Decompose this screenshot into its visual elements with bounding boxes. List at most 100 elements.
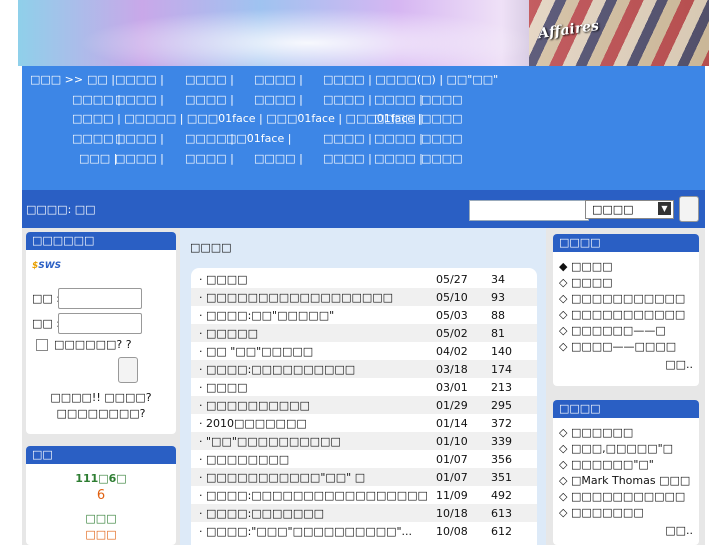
search-button[interactable]	[679, 196, 699, 222]
item-views: 612	[491, 525, 512, 538]
nav-link[interactable]: □□□□ |	[374, 152, 423, 165]
remember-me-checkbox[interactable]	[36, 339, 48, 351]
item-title[interactable]: · □□□□	[199, 273, 248, 286]
right-sidebar: □□□□ ◆ □□□□ ◇ □□□□ ◇ □□□□□□□□□□□ ◇ □□□□□…	[546, 228, 705, 545]
item-title[interactable]: · □□ "□□"□□□□□	[199, 345, 313, 358]
forgot-password-link[interactable]: □□□□□□□□?	[26, 407, 176, 420]
stat-line-1: 111□6□	[75, 472, 127, 485]
register-link[interactable]: □□□□!! □□□□?	[26, 391, 176, 404]
right-panel-2: □□□□ ◇ □□□□□□ ◇ □□□,□□□□□"□ ◇ □□□□□□"□" …	[553, 400, 699, 545]
article-list: · □□□□ 05/27 34 · □□□□□□□□□□□□□□□□□□ 05/10 9…	[191, 268, 537, 548]
list-item[interactable]: ◇ □□□□□□□□□□□	[559, 490, 685, 503]
nav-link[interactable]: □□□ |	[79, 152, 117, 165]
nav-link[interactable]: □□□□ |	[115, 93, 164, 106]
list-item[interactable]: · □□□□:"□□□"□□□□□□□□□□"... 10/08 612	[191, 522, 537, 540]
list-item[interactable]: ◇ □□□□□□□□□□□	[559, 292, 685, 305]
nav-link[interactable]: □□□□ |	[115, 73, 164, 86]
nav-home-link[interactable]: □□□ >>	[30, 73, 83, 86]
item-title[interactable]: · □□□□□□□□□□□□□□□□□□	[199, 291, 393, 304]
item-title[interactable]: · "□□"□□□□□□□□□□	[199, 435, 341, 448]
item-title[interactable]: · □□□□:"□□□"□□□□□□□□□□"...	[199, 525, 412, 538]
list-item[interactable]: ◇ □□□□□□	[559, 426, 633, 439]
item-date: 05/10	[436, 291, 468, 304]
nav-link[interactable]: □□□□ |	[254, 93, 303, 106]
list-item[interactable]: ◇ □□□□	[559, 276, 613, 289]
main-content: □□□□ · □□□□ 05/27 34 · □□□□□□□□□□□□□□□□□□ 0…	[180, 228, 546, 548]
nav-link[interactable]: □□□□	[421, 112, 463, 125]
item-title[interactable]: · □□□□□□□□□□	[199, 399, 310, 412]
list-item[interactable]: ◇ □□□□□□□	[559, 506, 644, 519]
nav-link[interactable]: □□□□	[421, 93, 463, 106]
password-field[interactable]	[58, 313, 142, 334]
item-title[interactable]: · □□□□	[199, 381, 248, 394]
list-item[interactable]: ◇ □□□□□□□□□□□	[559, 308, 685, 321]
list-item[interactable]: · □□□□ 05/27 34	[191, 270, 537, 288]
nav-link[interactable]: □□□□ |	[185, 93, 234, 106]
list-item[interactable]: · □□□□□□□□□□ 01/29 295	[191, 396, 537, 414]
item-title[interactable]: · □□□□□□□□□□□"□□" □	[199, 471, 365, 484]
list-item[interactable]: · 2010□□□□□□□ 01/14 372	[191, 414, 537, 432]
list-item[interactable]: ◇ □Mark Thomas □□□	[559, 474, 690, 487]
more-link[interactable]: □□..	[665, 524, 693, 537]
list-item[interactable]: · □□□□ 03/01 213	[191, 378, 537, 396]
nav-link[interactable]: □□□□	[421, 132, 463, 145]
list-item[interactable]: ◇ □□□□——□□□□	[559, 340, 676, 353]
right-panel-2-title: □□□□	[559, 402, 601, 415]
item-date: 10/08	[436, 525, 468, 538]
nav-link[interactable]: □□□□ |	[115, 152, 164, 165]
item-title[interactable]: · □□□□:□□□□□□□□□□	[199, 363, 355, 376]
list-item[interactable]: · □□□□□ 05/02 81	[191, 324, 537, 342]
nav-link[interactable]: □□□□ |	[115, 132, 164, 145]
nav-link[interactable]: □□□□ |	[374, 93, 423, 106]
nav-link[interactable]: □□□□ | □□□□□ | □□□01face | □□□01face | □…	[72, 112, 421, 125]
more-link[interactable]: □□..	[665, 358, 693, 371]
list-item[interactable]: ◇ □□□□□□"□"	[559, 458, 654, 471]
nav-link[interactable]: □□□□ |	[374, 112, 423, 125]
item-views: 93	[491, 291, 505, 304]
item-title[interactable]: · □□□□:□□□□□□□□□□□□□□□□□	[199, 489, 428, 502]
nav-link[interactable]: □□□□ |	[254, 152, 303, 165]
item-title[interactable]: · □□□□:□□"□□□□□"	[199, 309, 334, 322]
nav-link[interactable]: □□□□ |	[374, 132, 423, 145]
item-date: 11/09	[436, 489, 468, 502]
list-item[interactable]: · □□□□:□□□□□□□□□□ 03/18 174	[191, 360, 537, 378]
list-item[interactable]: ◆ □□□□	[559, 260, 613, 273]
item-date: 01/07	[436, 453, 468, 466]
nav-link[interactable]: □□□□ |	[72, 132, 121, 145]
nav-link[interactable]: □□01face |	[226, 132, 291, 145]
item-title[interactable]: · □□□□□□□□	[199, 453, 289, 466]
item-title[interactable]: · □□□□□	[199, 327, 258, 340]
nav-link[interactable]: □□ |	[87, 73, 115, 86]
item-title[interactable]: · 2010□□□□□□□	[199, 417, 307, 430]
list-item[interactable]: · □□□□:□□□□□□□□□□□□□□□□□ 11/09 492	[191, 486, 537, 504]
list-item[interactable]: ◇ □□□□□□——□	[559, 324, 666, 337]
nav-link[interactable]: □□□□ | □□□□(□) | □□"□□"	[323, 73, 498, 86]
username-field[interactable]	[58, 288, 142, 309]
list-item[interactable]: · "□□"□□□□□□□□□□ 01/10 339	[191, 432, 537, 450]
right-panel-1-title: □□□□	[559, 236, 601, 249]
list-item[interactable]: ◇ □□□,□□□□□"□	[559, 442, 673, 455]
nav-link[interactable]: □□□□ |	[323, 93, 372, 106]
list-item[interactable]: · □□□□□□□□□□□"□□" □ 01/07 351	[191, 468, 537, 486]
list-item[interactable]: · □□□□:□□"□□□□□" 05/03 88	[191, 306, 537, 324]
nav-link[interactable]: □□□□ |	[323, 152, 372, 165]
login-panel: □□□□□□ $SWS □□ : □□ : □□□□□□? ? □□□□!! □…	[26, 232, 176, 434]
item-title[interactable]: · □□□□:□□□□□□□	[199, 507, 324, 520]
nav-link[interactable]: □□□□ |	[185, 73, 234, 86]
nav-link[interactable]: □□□□ |	[323, 132, 372, 145]
nav-link[interactable]: □□□□ |	[185, 152, 234, 165]
list-item[interactable]: · □□□□□□□□□□□□□□□□□□ 05/10 93	[191, 288, 537, 306]
list-item[interactable]: · □□ "□□"□□□□□ 04/02 140	[191, 342, 537, 360]
nav-link[interactable]: □□□□	[421, 152, 463, 165]
login-panel-title: □□□□□□	[32, 234, 95, 247]
nav-link[interactable]: □□□□ |	[254, 73, 303, 86]
search-input[interactable]	[469, 200, 589, 221]
chevron-down-icon[interactable]: ▼	[658, 202, 671, 215]
nav-link[interactable]: □□□□ |	[72, 93, 121, 106]
remember-me[interactable]: □□□□□□? ?	[36, 338, 132, 351]
list-item[interactable]: · □□□□:□□□□□□□ 10/18 613	[191, 504, 537, 522]
item-views: 34	[491, 273, 505, 286]
search-category-select[interactable]: □□□□ ▼	[585, 200, 674, 219]
list-item[interactable]: · □□□□□□□□ 01/07 356	[191, 450, 537, 468]
login-button[interactable]	[118, 357, 138, 383]
